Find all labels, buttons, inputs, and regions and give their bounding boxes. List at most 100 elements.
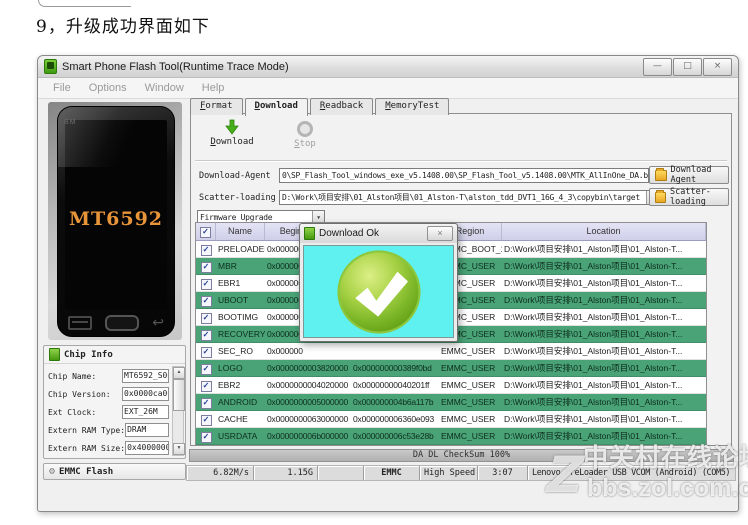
chip-info-header[interactable]: Chip Info <box>44 346 185 364</box>
row-checkbox[interactable]: ✓ <box>200 364 212 375</box>
row-checkbox-cell: ✓ <box>196 360 216 376</box>
cell-location: D:\Work\项目安排\01_Alston项目\01_Alston-T... <box>504 329 683 339</box>
table-row[interactable]: ✓ LOGO 0x0000000003820000 0x000000000389… <box>196 360 706 377</box>
cell-location: D:\Work\项目安排\01_Alston项目\01_Alston-T... <box>504 363 683 373</box>
maximize-button[interactable]: □ <box>673 57 702 76</box>
row-checkbox[interactable]: ✓ <box>200 381 212 392</box>
scroll-down-icon[interactable]: ▼ <box>173 443 185 455</box>
menu-item[interactable]: Options <box>80 82 136 94</box>
table-row[interactable]: ✓ USRDATA 0x000000006b000000 0x000000006… <box>196 428 706 445</box>
table-row[interactable]: ✓ SEC_RO 0x000000 EMMC_USER D:\Work\项目安排… <box>196 343 706 360</box>
chip-info-row: Extern RAM Type: DRAM <box>48 421 169 439</box>
select-all-checkbox[interactable]: ✓ <box>200 227 211 238</box>
chip-field-label: Extern RAM Type: <box>48 425 126 435</box>
scroll-up-icon[interactable]: ▲ <box>173 367 185 379</box>
title-bar[interactable]: Smart Phone Flash Tool(Runtime Trace Mod… <box>38 56 738 78</box>
status-segment: Lenovo PreLoader USB VCOM (Android) (COM… <box>528 466 735 480</box>
page: 9，升级成功界面如下 Smart Phone Flash Tool(Runtim… <box>0 0 748 525</box>
cell-name: MBR <box>218 261 237 271</box>
row-checkbox[interactable]: ✓ <box>200 398 212 409</box>
row-checkbox[interactable]: ✓ <box>200 347 212 358</box>
download-agent-input[interactable]: 0\SP_Flash_Tool_windows_exe_v5.1408.00\S… <box>279 168 649 183</box>
dialog-title-bar[interactable]: Download Ok × <box>300 224 457 243</box>
scatter-loading-browse-button[interactable]: Scatter-loading <box>649 187 729 207</box>
tab[interactable]: MemoryTest <box>375 98 450 115</box>
tab[interactable]: Download <box>244 98 308 116</box>
row-checkbox-cell: ✓ <box>196 241 216 257</box>
chip-info-scrollbar[interactable]: ▲ ▼ <box>172 366 185 456</box>
dialog-close-button[interactable]: × <box>427 226 453 241</box>
tab-strip: Format Download Readback MemoryTest <box>190 98 450 116</box>
row-checkbox[interactable]: ✓ <box>200 296 212 307</box>
phone-image: BM MT6592 ↩ <box>57 106 175 337</box>
phone-menu-icon <box>68 315 92 330</box>
chip-field-value[interactable]: MT6592_S00 <box>122 369 169 383</box>
table-row[interactable]: ✓ EBR2 0x0000000004020000 0x000000000402… <box>196 377 706 394</box>
download-agent-browse-button[interactable]: Download Agent <box>649 165 729 185</box>
cell-end-address <box>351 343 439 359</box>
minimize-button[interactable]: — <box>643 57 672 76</box>
cell-end-address: 0x000000006c53e28b <box>353 431 434 441</box>
cell-location: D:\Work\项目安排\01_Alston项目\01_Alston-T... <box>504 414 683 424</box>
cell-region: EMMC_USER <box>441 397 496 407</box>
emmc-flash-section[interactable]: ⚙ EMMC Flash <box>43 463 186 480</box>
phone-reflection <box>58 107 174 167</box>
menu-item[interactable]: File <box>44 82 80 94</box>
row-checkbox[interactable]: ✓ <box>200 330 212 341</box>
chip-info-title: Chip Info <box>64 349 113 360</box>
row-checkbox[interactable]: ✓ <box>200 415 212 426</box>
menu-item[interactable]: Window <box>136 82 193 94</box>
folder-icon <box>655 167 667 181</box>
cell-location: D:\Work\项目安排\01_Alston项目\01_Alston-T... <box>504 380 683 390</box>
cell-begin-address: 0x0000000003820000 <box>267 363 349 373</box>
row-checkbox[interactable]: ✓ <box>200 432 212 443</box>
dialog-app-icon <box>304 227 315 240</box>
status-segment: 6.82M/s <box>187 466 254 480</box>
cell-name: USRDATA <box>218 431 258 441</box>
cell-name: UBOOT <box>218 295 249 305</box>
row-checkbox[interactable]: ✓ <box>200 245 212 256</box>
chip-info-panel: Chip Info Chip Name: MT6592_S00 Chip Ver… <box>43 345 186 459</box>
chip-field-value[interactable]: DRAM <box>125 423 169 437</box>
cell-name: CACHE <box>218 414 248 424</box>
download-button-label: Download <box>210 137 254 147</box>
stop-button[interactable]: Stop <box>285 119 325 149</box>
cell-end-address: 0x000000004b6a117b <box>353 397 434 407</box>
scatter-file-combobox[interactable]: D:\Work\项目安排\01_Alston项目\01_Alston-T\als… <box>279 190 659 205</box>
chip-field-value[interactable]: 0x0000ca00 <box>122 387 169 401</box>
column-header-name[interactable]: Name <box>216 223 265 240</box>
phone-home-button-icon <box>105 314 140 331</box>
tab[interactable]: Readback <box>309 98 374 115</box>
cell-location: D:\Work\项目安排\01_Alston项目\01_Alston-T... <box>504 346 683 356</box>
menu-item[interactable]: Help <box>193 82 234 94</box>
cell-location: D:\Work\项目安排\01_Alston项目\01_Alston-T... <box>504 397 683 407</box>
row-checkbox-cell: ✓ <box>196 428 216 444</box>
download-arrow-icon <box>225 119 239 135</box>
app-window: Smart Phone Flash Tool(Runtime Trace Mod… <box>37 55 739 512</box>
download-agent-button-label: Download Agent <box>670 165 712 185</box>
column-header-location[interactable]: Location <box>502 223 706 240</box>
download-ok-dialog: Download Ok × <box>299 223 458 342</box>
cell-begin-address: 0x000000006b000000 <box>267 431 349 441</box>
table-row[interactable]: ✓ ANDROID 0x0000000005000000 0x000000004… <box>196 394 706 411</box>
tab[interactable]: Format <box>190 98 243 115</box>
emmc-flash-label: EMMC Flash <box>59 466 114 477</box>
chip-field-value[interactable]: 0x40000000 <box>125 441 169 455</box>
row-checkbox[interactable]: ✓ <box>200 262 212 273</box>
close-button[interactable]: × <box>703 57 732 76</box>
cell-begin-address: 0x000000 <box>267 346 303 356</box>
chip-info-row: Chip Name: MT6592_S00 <box>48 367 169 385</box>
chip-info-row: Extern RAM Size: 0x40000000 <box>48 439 169 457</box>
row-checkbox[interactable]: ✓ <box>200 279 212 290</box>
cell-region: EMMC_USER <box>441 363 496 373</box>
scrollbar-thumb[interactable] <box>173 379 185 411</box>
cell-end-address: 0x000000006360e093 <box>353 414 435 424</box>
cell-begin-address: 0x0000000005000000 <box>267 397 349 407</box>
cell-region: EMMC_USER <box>441 414 496 424</box>
status-segment <box>318 466 364 480</box>
table-row[interactable]: ✓ CACHE 0x0000000063000000 0x00000000636… <box>196 411 706 428</box>
row-checkbox[interactable]: ✓ <box>200 313 212 324</box>
cell-name: BOOTIMG <box>218 312 259 322</box>
download-button[interactable]: Download <box>203 119 261 147</box>
chip-field-value[interactable]: EXT_26M <box>122 405 169 419</box>
